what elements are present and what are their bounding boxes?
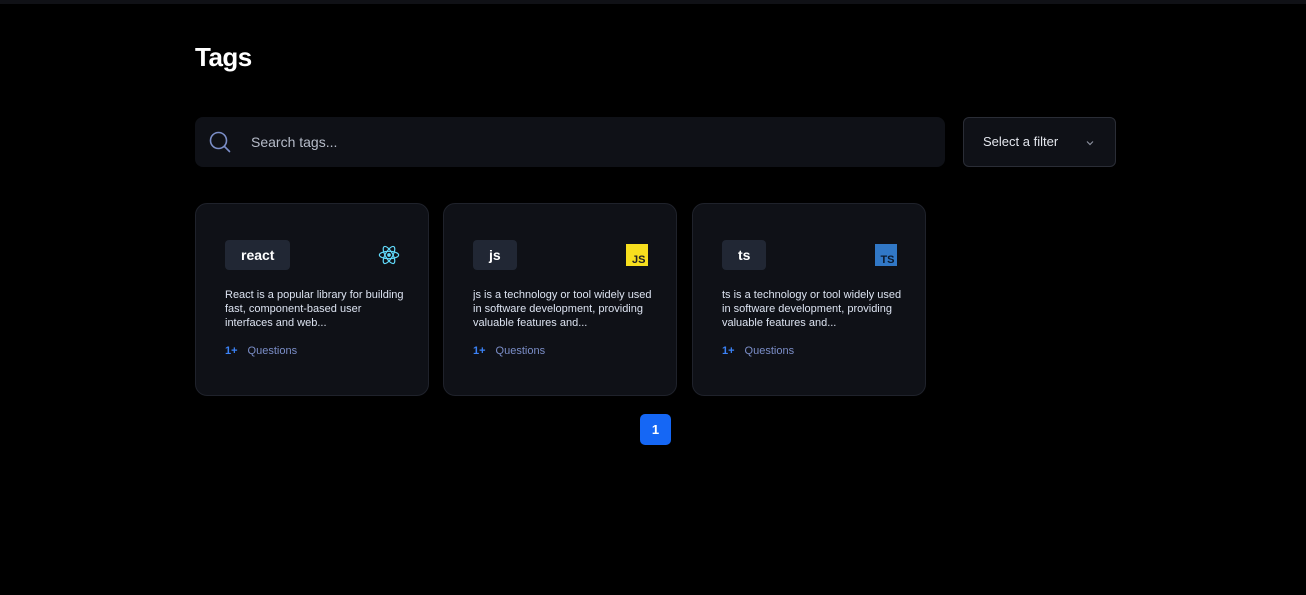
question-count: 1+	[722, 345, 735, 357]
tag-question-count: 1+ Questions	[722, 345, 794, 357]
top-strip	[0, 0, 1306, 4]
question-count-label: Questions	[495, 345, 546, 357]
tag-card-react[interactable]: react React is a popular library for bui…	[195, 203, 429, 396]
tag-card-ts[interactable]: ts TS ts is a technology or tool widely …	[692, 203, 926, 396]
search-bar[interactable]	[195, 117, 945, 167]
tag-chip[interactable]: js	[473, 240, 517, 270]
question-count: 1+	[473, 345, 486, 357]
tag-question-count: 1+ Questions	[473, 345, 545, 357]
page-title: Tags	[195, 42, 252, 72]
filter-select[interactable]: Select a filter	[963, 117, 1116, 167]
react-icon	[378, 245, 400, 265]
search-input[interactable]	[251, 117, 911, 167]
tag-description: js is a technology or tool widely used i…	[473, 289, 652, 329]
question-count-label: Questions	[744, 345, 795, 357]
question-count: 1+	[225, 345, 238, 357]
typescript-icon: TS	[875, 244, 897, 266]
chevron-down-icon	[1086, 141, 1094, 146]
filter-select-label: Select a filter	[983, 134, 1059, 149]
tag-chip[interactable]: ts	[722, 240, 767, 270]
tag-chip[interactable]: react	[225, 240, 291, 270]
svg-text:TS: TS	[880, 254, 894, 266]
question-count-label: Questions	[247, 345, 298, 357]
pagination-page-button[interactable]: 1	[640, 414, 671, 445]
svg-text:JS: JS	[632, 254, 645, 266]
tag-description: ts is a technology or tool widely used i…	[722, 289, 902, 329]
tag-question-count: 1+ Questions	[225, 345, 297, 357]
tag-card-js[interactable]: js JS js is a technology or tool widely …	[443, 203, 677, 396]
javascript-icon: JS	[626, 244, 648, 266]
tag-description: React is a popular library for building …	[225, 289, 404, 329]
search-icon	[209, 131, 231, 153]
